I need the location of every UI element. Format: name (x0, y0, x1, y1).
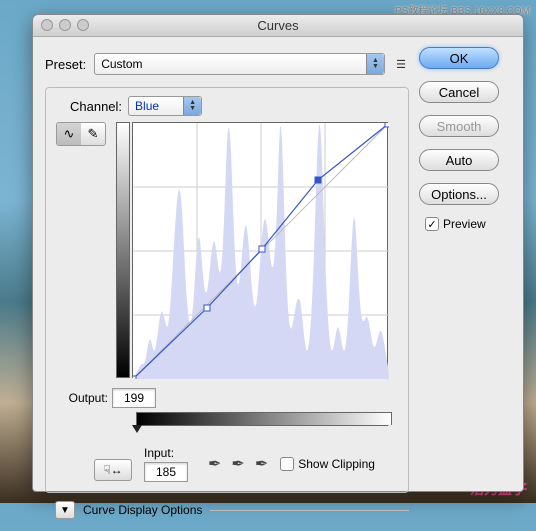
channel-label: Channel: (70, 99, 122, 114)
targeted-adjust-button[interactable]: ☟↔ (94, 459, 132, 481)
auto-button[interactable]: Auto (419, 149, 499, 171)
cancel-button[interactable]: Cancel (419, 81, 499, 103)
output-label: Output: (56, 391, 108, 405)
divider (210, 510, 409, 511)
white-point-slider[interactable] (388, 425, 398, 433)
gray-eyedropper-icon[interactable]: ✒ (231, 454, 244, 474)
preset-label: Preset: (45, 57, 86, 72)
dialog-title: Curves (257, 18, 298, 33)
chevron-updown-icon: ▲▼ (183, 97, 201, 115)
options-button[interactable]: Options... (419, 183, 499, 205)
preset-menu-icon[interactable]: ☰ (393, 58, 409, 71)
chevron-updown-icon: ▲▼ (366, 54, 384, 74)
checkbox-icon: ✓ (425, 217, 439, 231)
white-eyedropper-icon[interactable]: ✒ (255, 454, 268, 474)
minimize-light[interactable] (59, 19, 71, 31)
titlebar: Curves (33, 15, 523, 37)
show-clipping-label: Show Clipping (298, 457, 375, 471)
preset-value: Custom (101, 57, 142, 71)
output-field[interactable] (112, 388, 156, 408)
close-light[interactable] (41, 19, 53, 31)
output-gradient (116, 122, 130, 378)
curve-options-label: Curve Display Options (83, 503, 202, 517)
channel-value: Blue (135, 99, 159, 113)
curves-graph[interactable] (132, 122, 388, 378)
eyedropper-group: ✒ ✒ ✒ (208, 454, 268, 474)
input-field[interactable] (144, 462, 188, 482)
curve-tool-group: ∿ ✎ (56, 122, 106, 146)
pencil-tool-button[interactable]: ✎ (81, 123, 105, 145)
black-eyedropper-icon[interactable]: ✒ (208, 454, 221, 474)
ok-button[interactable]: OK (419, 47, 499, 69)
show-clipping-checkbox[interactable]: Show Clipping (280, 457, 375, 471)
preview-label: Preview (443, 217, 486, 231)
curves-fieldset: Channel: Blue ▲▼ ∿ ✎ (45, 87, 409, 493)
disclosure-button[interactable]: ▼ (55, 501, 75, 519)
black-point-slider[interactable] (132, 425, 142, 433)
channel-select[interactable]: Blue ▲▼ (128, 96, 202, 116)
curves-dialog: Curves Preset: Custom ▲▼ ☰ Channel: Blue… (32, 14, 524, 492)
checkbox-icon (280, 457, 294, 471)
input-label: Input: (144, 446, 174, 460)
preset-select[interactable]: Custom ▲▼ (94, 53, 385, 75)
curve-tool-button[interactable]: ∿ (57, 123, 81, 145)
zoom-light[interactable] (77, 19, 89, 31)
smooth-button[interactable]: Smooth (419, 115, 499, 137)
input-gradient[interactable] (136, 412, 392, 426)
traffic-lights (41, 19, 89, 31)
preview-checkbox[interactable]: ✓ Preview (425, 217, 511, 231)
